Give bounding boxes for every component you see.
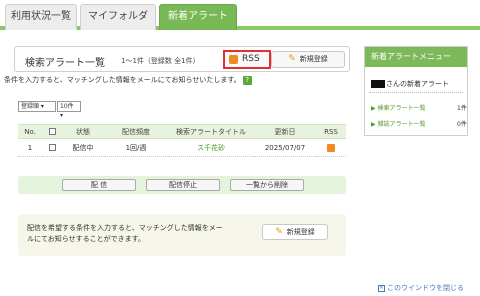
sidebar-user: さんの新着アラート (371, 79, 449, 89)
sidebar-item-label: 検索アラート一覧 (377, 105, 426, 112)
pencil-icon: ✎ (288, 54, 296, 64)
row-alert-title[interactable]: ス千花砂 (168, 138, 254, 157)
table-row: 1 配信中 1回/週 ス千花砂 2025/07/07 (18, 138, 346, 157)
divider (369, 92, 463, 93)
table-header-row: No. 状態 配信頻度 検索アラートタイトル 更新日 RSS (18, 124, 346, 139)
sidebar: 新着アラートメニュー さんの新着アラート ▶ 検索アラート一覧 1件 ▶ 雑誌アラー… (364, 46, 468, 136)
rss-button[interactable]: RSS (223, 50, 271, 69)
sidebar-item-count: 1件 (457, 105, 467, 112)
tab-my-folder[interactable]: マイフォルダ (80, 4, 156, 30)
sidebar-user-suffix: さんの新着アラート (386, 80, 449, 88)
arrow-right-icon: ▶ (371, 105, 376, 112)
col-updated: 更新日 (254, 124, 316, 139)
row-updated: 2025/07/07 (254, 138, 316, 157)
sort-select[interactable]: 登録順 ▾ (18, 101, 56, 112)
alert-table: No. 状態 配信頻度 検索アラートタイトル 更新日 RSS 1 配信中 1回/… (18, 124, 346, 157)
close-window-label: このウインドウを閉じる (387, 284, 464, 292)
sidebar-item-count: 0件 (457, 121, 467, 128)
description: 条件を入力すると、マッチングした情報をメールにてお知らせいたします。? (4, 75, 252, 85)
pencil-icon: ✎ (275, 227, 283, 237)
sidebar-title: 新着アラートメニュー (365, 47, 467, 67)
rss-icon[interactable] (327, 143, 335, 152)
close-window-link[interactable]: ✕ このウインドウを閉じる (378, 283, 464, 293)
hint-box: 配信を希望する条件を入力すると、マッチングした情報をメールにてお知らせすることが… (18, 214, 346, 256)
col-rss: RSS (316, 124, 346, 139)
per-page-select-value: 10件 (60, 103, 74, 110)
description-text: 条件を入力すると、マッチングした情報をメールにてお知らせいたします。 (4, 76, 241, 84)
row-frequency: 1回/週 (104, 138, 168, 157)
hint-register-button[interactable]: ✎ 新規登録 (262, 224, 328, 240)
tab-new-alerts[interactable]: 新着アラート (159, 4, 237, 30)
sort-select-value: 登録順 (21, 103, 40, 110)
action-bar: 配 信 配信停止 一覧から削除 (18, 176, 346, 194)
hint-register-label: 新規登録 (286, 228, 315, 236)
sidebar-item-label: 雑誌アラート一覧 (377, 121, 426, 128)
alert-title-link[interactable]: ス千花砂 (197, 144, 225, 152)
help-icon[interactable]: ? (242, 76, 252, 85)
deliver-button[interactable]: 配 信 (62, 179, 136, 191)
new-register-label: 新規登録 (299, 55, 328, 63)
row-checkbox[interactable] (48, 144, 56, 151)
row-checkbox-cell (42, 138, 62, 157)
select-all-checkbox[interactable] (48, 128, 56, 135)
remove-from-list-button[interactable]: 一覧から削除 (230, 179, 304, 191)
redacted-username (371, 80, 385, 88)
stop-delivery-button[interactable]: 配信停止 (146, 179, 220, 191)
col-alert-title: 検索アラートタイトル (168, 124, 254, 139)
sidebar-item-search-alerts[interactable]: ▶ 検索アラート一覧 1件 (371, 103, 467, 112)
tab-bar: 利用状況一覧 マイフォルダ 新着アラート (0, 0, 480, 30)
row-status: 配信中 (62, 138, 104, 157)
col-no: No. (18, 124, 42, 139)
new-register-button[interactable]: ✎ 新規登録 (271, 51, 345, 68)
col-status: 状態 (62, 124, 104, 139)
sidebar-item-journal-alerts[interactable]: ▶ 雑誌アラート一覧 0件 (371, 119, 467, 128)
row-rss-cell (316, 138, 346, 157)
close-icon: ✕ (378, 284, 385, 292)
alert-header: 検索アラート一覧 1～1件（登録数 全1件） RSS ✎ 新規登録 (14, 46, 350, 72)
col-checkbox (42, 124, 62, 139)
page-title: 検索アラート一覧 (25, 58, 105, 69)
per-page-select[interactable]: 10件 ▾ (57, 101, 81, 119)
tab-usage-list[interactable]: 利用状況一覧 (5, 4, 77, 30)
rss-label: RSS (242, 54, 260, 64)
hint-text: 配信を希望する条件を入力すると、マッチングした情報をメールにてお知らせすることが… (27, 224, 223, 243)
arrow-right-icon: ▶ (371, 121, 376, 128)
alert-count: 1～1件（登録数 全1件） (121, 57, 200, 65)
rss-icon (229, 55, 238, 64)
row-no: 1 (18, 138, 42, 157)
col-frequency: 配信頻度 (104, 124, 168, 139)
